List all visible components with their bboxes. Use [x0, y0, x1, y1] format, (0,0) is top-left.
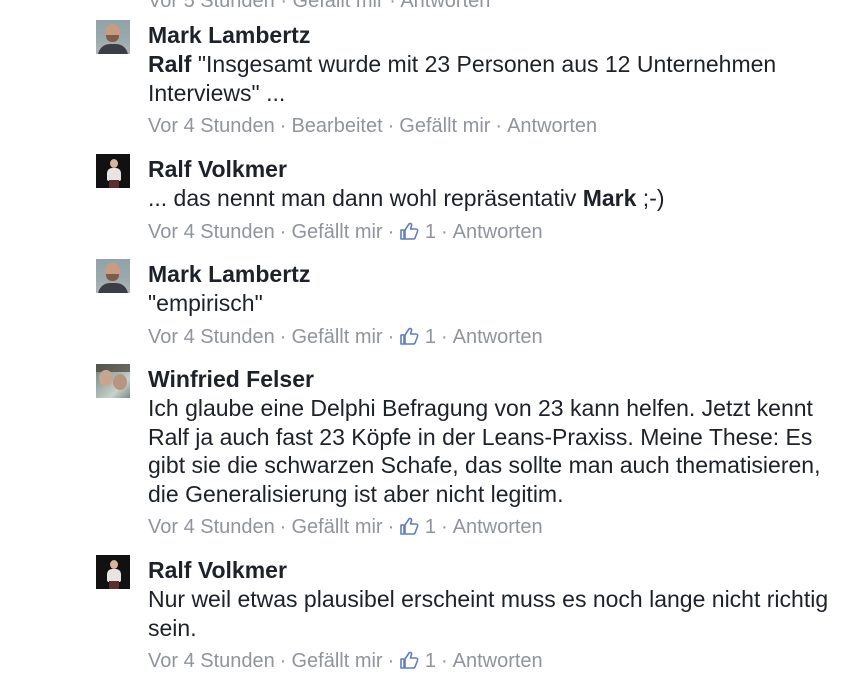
- like-count[interactable]: 1: [425, 326, 436, 348]
- avatar[interactable]: [96, 364, 130, 398]
- timestamp[interactable]: Vor 4 Stunden: [148, 115, 275, 137]
- thumbs-up-icon[interactable]: [399, 222, 419, 240]
- comment-text: Ich glaube eine Delphi Befragung von 23 …: [148, 395, 821, 507]
- avatar[interactable]: [96, 555, 130, 589]
- timestamp[interactable]: Vor 4 Stunden: [148, 516, 275, 538]
- like-button[interactable]: Gefällt mir: [291, 326, 382, 348]
- comment-text: ... das nennt man dann wohl repräsentati…: [148, 184, 836, 213]
- thumbs-up-icon[interactable]: [399, 517, 419, 535]
- comment-author[interactable]: Mark Lambertz: [148, 20, 836, 50]
- timestamp[interactable]: Vor 4 Stunden: [148, 650, 275, 672]
- reply-button[interactable]: Antworten: [507, 115, 597, 137]
- avatar[interactable]: [96, 154, 130, 188]
- reply-button[interactable]: Antworten: [453, 516, 543, 538]
- reply-button[interactable]: Antworten: [453, 221, 543, 243]
- comment: Mark Lambertz Ralf "Insgesamt wurde mit …: [96, 20, 836, 139]
- comment-text: Ralf "Insgesamt wurde mit 23 Personen au…: [148, 50, 836, 107]
- comment-meta: Vor 4 Stunden · Bearbeitet · Gefällt mir · Ant…: [148, 115, 598, 137]
- previous-comment-meta: Vor 5 Stunden · Gefällt mir · Antworten: [148, 0, 491, 12]
- comment-body: "Insgesamt wurde mit 23 Personen aus 12 …: [148, 51, 777, 106]
- thumbs-up-icon[interactable]: [399, 327, 419, 345]
- avatar[interactable]: [96, 20, 130, 54]
- timestamp[interactable]: Vor 4 Stunden: [148, 221, 275, 243]
- like-button[interactable]: Gefällt mir: [291, 516, 382, 538]
- comment-author[interactable]: Mark Lambertz: [148, 259, 836, 289]
- comment: Winfried Felser Ich glaube eine Delphi B…: [96, 364, 836, 540]
- comment-author[interactable]: Winfried Felser: [148, 364, 836, 394]
- comment: Ralf Volkmer ... das nennt man dann wohl…: [96, 154, 836, 245]
- comment-text: Nur weil etwas plausibel erscheint muss …: [148, 586, 829, 641]
- like-button[interactable]: Gefällt mir: [291, 650, 382, 672]
- like-count[interactable]: 1: [425, 516, 436, 538]
- reply-button[interactable]: Antworten: [453, 326, 543, 348]
- comment-text: "empirisch": [148, 290, 263, 316]
- like-button[interactable]: Gefällt mir: [399, 115, 490, 137]
- comment-author[interactable]: Ralf Volkmer: [148, 154, 836, 184]
- comment-meta: Vor 4 Stunden · Gefällt mir · 1 · Antworten: [148, 220, 543, 243]
- comment: Mark Lambertz "empirisch" Vor 4 Stunden ·…: [96, 259, 836, 350]
- comment-meta: Vor 4 Stunden · Gefällt mir · 1 · Antworten: [148, 325, 543, 348]
- mention-link[interactable]: Ralf: [148, 51, 191, 77]
- avatar[interactable]: [96, 259, 130, 293]
- reply-button[interactable]: Antworten: [453, 650, 543, 672]
- comment-body-end: ;-): [636, 185, 665, 211]
- thumbs-up-icon[interactable]: [399, 651, 419, 669]
- mention-link[interactable]: Mark: [583, 185, 637, 211]
- timestamp[interactable]: Vor 4 Stunden: [148, 326, 275, 348]
- comment-meta: Vor 4 Stunden · Gefällt mir · 1 · Antworten: [148, 516, 543, 538]
- comment-meta: Vor 4 Stunden · Gefällt mir · 1 · Antworten: [148, 650, 543, 672]
- like-count[interactable]: 1: [425, 650, 436, 672]
- edited-label[interactable]: Bearbeitet: [291, 115, 382, 137]
- comment-body: ... das nennt man dann wohl repräsentati…: [148, 185, 583, 211]
- like-button[interactable]: Gefällt mir: [291, 221, 382, 243]
- comment: Ralf Volkmer Nur weil etwas plausibel er…: [96, 555, 836, 674]
- like-count[interactable]: 1: [425, 221, 436, 243]
- comment-author[interactable]: Ralf Volkmer: [148, 555, 836, 585]
